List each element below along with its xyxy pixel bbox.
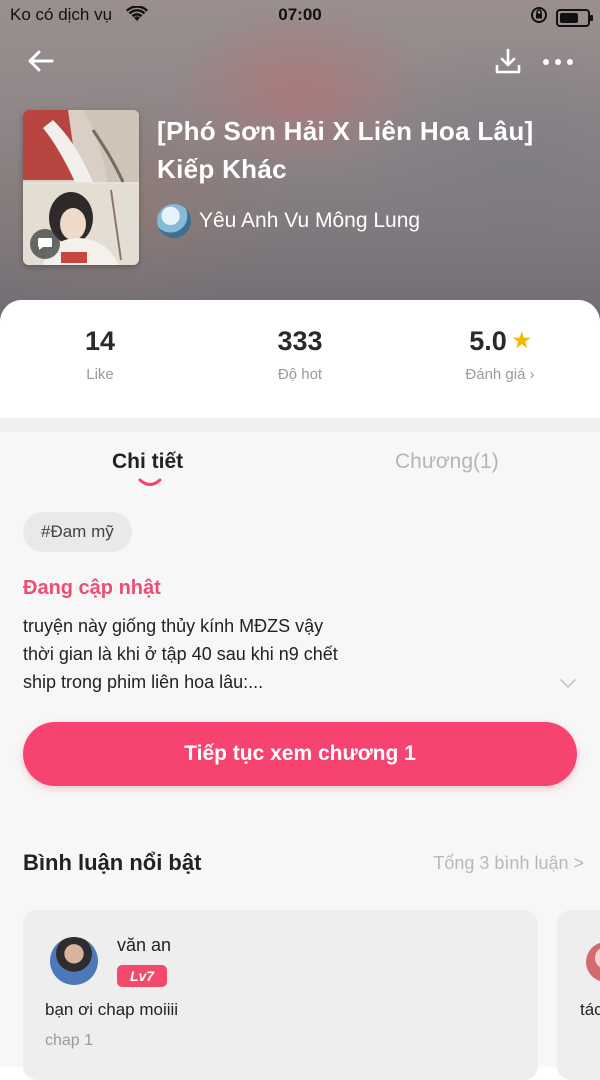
like-count: 14 <box>84 326 116 356</box>
description[interactable]: truyện này giống thủy kính MĐZS vậy thời… <box>23 612 543 696</box>
download-icon[interactable] <box>492 46 524 78</box>
book-title: [Phó Sơn Hải X Liên Hoa Lâu] Kiếp Khác <box>157 116 534 184</box>
book-cover[interactable] <box>23 110 139 265</box>
back-arrow-icon[interactable] <box>24 44 58 78</box>
status-bar: Ko có dịch vụ 07:00 <box>0 0 600 32</box>
chevron-down-icon[interactable] <box>558 676 578 690</box>
comment-text: bạn ơi chap moiiii <box>45 1000 179 1019</box>
author-row[interactable]: Yêu Anh Vu Mông Lung <box>157 204 420 238</box>
rotation-lock-icon <box>530 6 548 29</box>
star-icon: ★ <box>512 330 531 352</box>
rating-value: 5.0 <box>469 326 507 356</box>
hot-count: 333 <box>277 326 323 356</box>
active-tab-indicator <box>138 476 162 488</box>
all-comments-link[interactable]: Tổng 3 bình luận > <box>433 853 584 874</box>
author-avatar[interactable] <box>157 204 191 238</box>
comment-bubble-icon <box>30 229 60 259</box>
tab-chapters[interactable]: Chương(1) <box>395 450 499 474</box>
comment-card[interactable] <box>23 910 538 1080</box>
tab-bar: Chi tiết Chương(1) <box>0 432 600 502</box>
commenter-name[interactable]: văn an <box>117 935 171 956</box>
level-badge: Lv7 <box>117 965 167 987</box>
comments-section-title: Bình luận nổi bật <box>23 850 202 875</box>
stat-hot: 333 Độ hot <box>200 326 400 383</box>
comment-chapter: chap 1 <box>45 1032 94 1049</box>
update-status: Đang cập nhật <box>23 577 161 599</box>
more-options-icon[interactable] <box>540 50 576 74</box>
tab-details[interactable]: Chi tiết <box>112 450 183 474</box>
comment-text: tác <box>580 1000 600 1019</box>
description-line: ship trong phim liên hoa lâu:... <box>23 672 264 692</box>
continue-reading-button[interactable]: Tiếp tục xem chương 1 <box>23 722 577 786</box>
section-divider <box>0 418 600 432</box>
stat-like: 14 Like <box>0 326 200 383</box>
description-line: thời gian là khi ở tập 40 sau khi n9 chế… <box>23 644 338 664</box>
clock: 07:00 <box>278 5 322 24</box>
comment-card[interactable] <box>557 910 600 1080</box>
rating-label[interactable]: Đánh giá › <box>400 366 600 383</box>
stat-rating[interactable]: 5.0 ★ Đánh giá › <box>400 326 600 383</box>
author-name[interactable]: Yêu Anh Vu Mông Lung <box>199 209 420 233</box>
description-line: truyện này giống thủy kính MĐZS vậy <box>23 616 324 636</box>
genre-tag[interactable]: #Đam mỹ <box>23 512 132 552</box>
like-label: Like <box>86 366 114 383</box>
hot-label: Độ hot <box>277 366 323 383</box>
battery-icon <box>556 8 593 27</box>
commenter-avatar[interactable] <box>50 937 98 985</box>
